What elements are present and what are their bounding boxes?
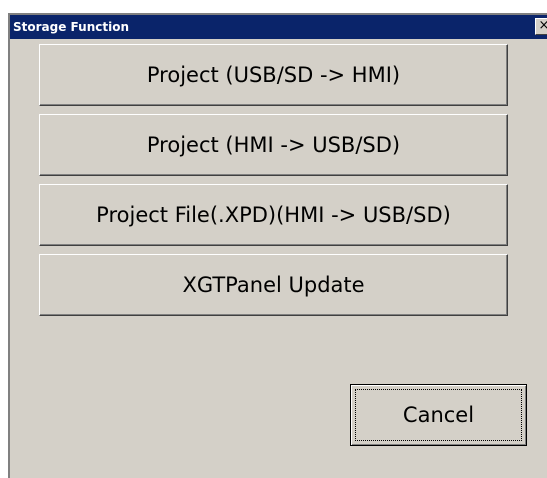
button-label: Project (USB/SD -> HMI) xyxy=(146,63,401,87)
cancel-label: Cancel xyxy=(402,403,475,427)
button-label: XGTPanel Update xyxy=(182,273,365,297)
storage-function-dialog: Storage Function × Project (USB/SD -> HM… xyxy=(8,13,547,478)
dialog-titlebar[interactable]: Storage Function × xyxy=(10,15,547,39)
dialog-title: Storage Function xyxy=(13,20,129,34)
xgtpanel-update-button[interactable]: XGTPanel Update xyxy=(39,254,508,316)
button-label: Project File(.XPD)(HMI -> USB/SD) xyxy=(96,203,451,227)
close-button[interactable]: × xyxy=(535,18,547,35)
button-label: Project (HMI -> USB/SD) xyxy=(146,133,401,157)
close-icon: × xyxy=(538,18,547,33)
project-hmi-to-usb-button[interactable]: Project (HMI -> USB/SD) xyxy=(39,114,508,176)
cancel-button[interactable]: Cancel xyxy=(350,384,527,446)
project-usb-to-hmi-button[interactable]: Project (USB/SD -> HMI) xyxy=(39,44,508,106)
project-file-xpd-hmi-to-usb-button[interactable]: Project File(.XPD)(HMI -> USB/SD) xyxy=(39,184,508,246)
